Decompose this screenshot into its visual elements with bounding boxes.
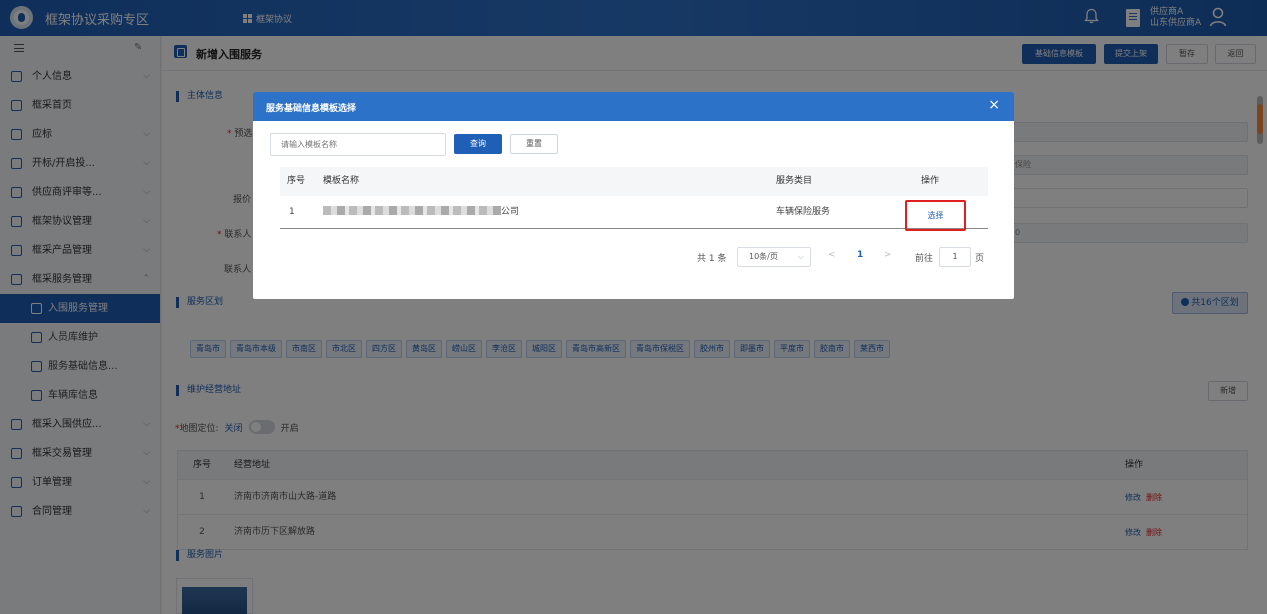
template-name-input[interactable]: [270, 133, 446, 156]
page-unit-label: 页: [975, 254, 985, 264]
category-cell: 车辆保险服务: [776, 207, 831, 217]
current-page[interactable]: 1: [857, 250, 863, 260]
redacted-text: [323, 206, 501, 215]
template-name-suffix: 公司: [501, 207, 520, 217]
col-template-name: 模板名称: [323, 176, 360, 186]
next-page-icon[interactable]: >: [884, 250, 892, 260]
template-select-modal: 服务基础信息模板选择 × 查询 重置 序号 模板名称 服务类目 操作 1 公司 …: [253, 92, 1014, 299]
row-no: 1: [289, 207, 295, 217]
app-root: 框架协议采购专区 框架协议 供应商A 山东供应商A ✎ 个人信息⌵框采首页应标⌵…: [0, 0, 1267, 614]
pagination: 共 1 条 10条/页 < 1 > 前往 1 页: [253, 247, 1014, 269]
table-row: 1 公司 车辆保险服务 选择: [280, 196, 988, 231]
modal-header: 服务基础信息模板选择 ×: [253, 92, 1014, 121]
col-op: 操作: [921, 176, 940, 186]
prev-page-icon[interactable]: <: [828, 250, 836, 260]
modal-title: 服务基础信息模板选择: [266, 104, 357, 114]
select-template-button[interactable]: 选择: [905, 200, 966, 231]
close-icon[interactable]: ×: [988, 97, 1000, 113]
template-table-header: 序号 模板名称 服务类目 操作: [280, 167, 988, 196]
page-size-select[interactable]: 10条/页: [737, 247, 811, 267]
query-button[interactable]: 查询: [454, 134, 502, 154]
col-category: 服务类目: [776, 176, 813, 186]
col-no: 序号: [287, 176, 306, 186]
reset-button[interactable]: 重置: [510, 134, 558, 154]
goto-page-input[interactable]: 1: [939, 247, 971, 267]
template-name-cell: 公司: [323, 196, 519, 229]
total-count: 共 1 条: [697, 254, 727, 264]
goto-label: 前往: [915, 254, 934, 264]
template-table: 序号 模板名称 服务类目 操作 1 公司 车辆保险服务 选择: [280, 167, 988, 231]
